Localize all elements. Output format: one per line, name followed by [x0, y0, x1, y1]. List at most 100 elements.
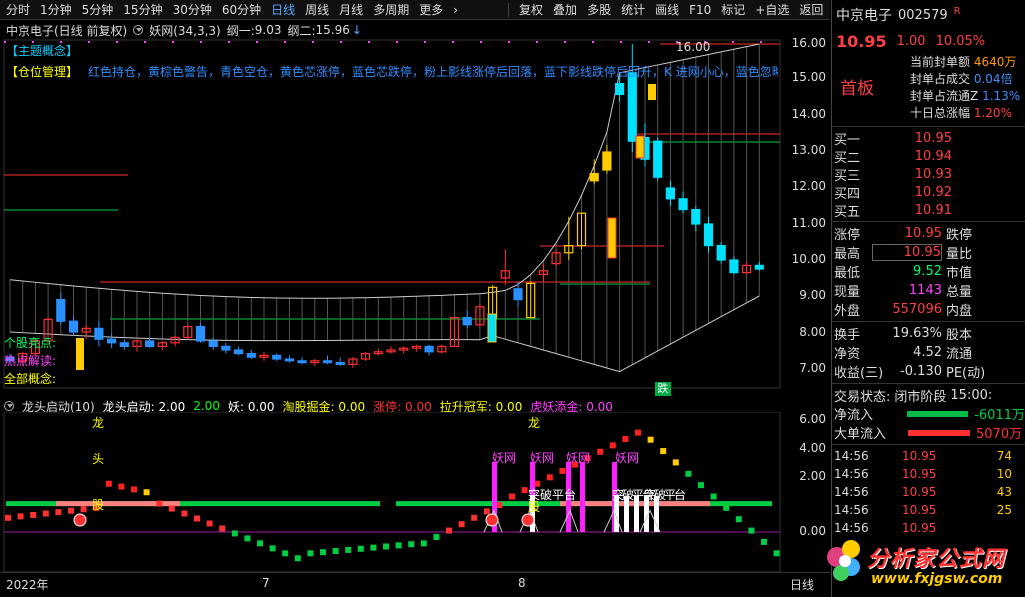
bid-row[interactable]: 买四 10.92 — [832, 183, 1025, 202]
oscillator-dash — [723, 504, 730, 511]
candle-body — [119, 342, 129, 347]
oscillator-dash — [559, 467, 566, 474]
oscillator-dash — [282, 550, 289, 557]
tab-multi-period[interactable]: 多周期 — [373, 0, 409, 19]
back-button[interactable]: 返回 — [799, 0, 823, 19]
band-upper-line — [9, 43, 760, 299]
signal-candle — [76, 338, 84, 370]
candle-body — [208, 340, 218, 348]
candle-body — [462, 317, 472, 326]
signal-candle — [648, 84, 656, 100]
draw-button[interactable]: 画线 — [655, 0, 679, 19]
trade-time: 15:00: — [950, 387, 993, 403]
multi-stock-button[interactable]: 多股 — [587, 0, 611, 19]
indicator-name[interactable]: 妖网(34,3,3) — [149, 22, 221, 39]
overlay-button[interactable]: 叠加 — [553, 0, 577, 19]
tab-30min[interactable]: 30分钟 — [173, 0, 212, 19]
tab-tick[interactable]: 分时 — [6, 0, 30, 19]
signal-candle — [487, 313, 497, 343]
tab-more[interactable]: 更多 — [419, 0, 443, 19]
tab-60min[interactable]: 60分钟 — [222, 0, 261, 19]
oscillator-dash — [370, 544, 377, 551]
bid-row[interactable]: 买三 10.93 — [832, 165, 1025, 184]
bid-row[interactable]: 买一 10.95 — [832, 129, 1025, 148]
ball-icon — [521, 513, 535, 527]
oscillator-dash — [118, 483, 125, 490]
oscillator-dash — [231, 530, 238, 537]
candle-body — [729, 259, 739, 274]
candle-body — [56, 299, 66, 322]
date-label: 2022年 — [6, 578, 49, 592]
oscillator-dash — [219, 525, 226, 532]
tab-15min[interactable]: 15分钟 — [123, 0, 162, 19]
add-watchlist-button[interactable]: +自选 — [755, 0, 789, 19]
tab-5min[interactable]: 5分钟 — [82, 0, 114, 19]
chevron-right-icon[interactable]: › — [453, 3, 458, 17]
oscillator-dash — [257, 540, 263, 547]
tab-daily[interactable]: 日线 — [271, 0, 295, 19]
oscillator-dash — [55, 509, 62, 516]
candle-body — [716, 245, 726, 261]
net-flow-bar — [907, 410, 969, 417]
indicator-settings-icon[interactable] — [4, 401, 14, 411]
oscillator-dash — [660, 448, 667, 455]
price-tick: 16.00 — [791, 36, 826, 50]
price-tick: 10.00 — [791, 252, 826, 266]
oscillator-dash — [521, 487, 528, 494]
yao-label: 妖网 — [530, 451, 555, 465]
yao-label: 妖网 — [615, 451, 640, 465]
seal-row: 封单占成交 0.04倍 — [910, 72, 1013, 86]
divider — [832, 321, 1025, 322]
bid-row[interactable]: 买二 10.94 — [832, 147, 1025, 166]
platform-mark-3: 突破平台 — [644, 488, 686, 502]
all-concepts-label[interactable]: 全部概念: — [4, 370, 56, 387]
flow-label: 大单流入 — [834, 427, 887, 442]
candle-body — [234, 349, 244, 355]
oscillator-dash — [471, 514, 478, 521]
tou-mark: 头 — [92, 452, 105, 466]
chart-info-line: 中京电子(日线 前复权) 妖网(34,3,3) 纲一: 9.03 纲二: 15.… — [0, 21, 830, 39]
bid-row[interactable]: 买五 10.91 — [832, 201, 1025, 220]
oscillator-dash — [635, 429, 641, 436]
oscillator-dash — [194, 515, 200, 522]
long-mark: 龙 — [92, 416, 105, 430]
tick-row: 14:56 10.95 25 — [834, 503, 1012, 517]
quote-table: 涨停 10.95 跌停 最高 10.95 量比 最低 9.52 市值 现量 1143 总量 外盘… — [832, 224, 1025, 319]
adjust-button[interactable]: 复权 — [519, 0, 543, 19]
price-chart[interactable] — [0, 38, 830, 390]
ball-icon — [485, 513, 499, 527]
period-label[interactable]: 日线 — [790, 576, 814, 593]
stock-highlight-label[interactable]: 个股亮点: — [4, 334, 56, 351]
f10-button[interactable]: F10 — [689, 0, 711, 19]
candle-body — [589, 173, 599, 182]
flow-label: 净流入 — [834, 408, 874, 423]
tab-monthly[interactable]: 月线 — [339, 0, 363, 19]
candle-body — [653, 140, 663, 178]
divider — [832, 126, 1025, 127]
candle-body — [513, 288, 523, 301]
tab-weekly[interactable]: 周线 — [305, 0, 329, 19]
oscillator-dash — [395, 542, 402, 549]
tab-1min[interactable]: 1分钟 — [40, 0, 72, 19]
date-label: 8 — [518, 576, 526, 590]
line2-value: 15.96 — [315, 23, 350, 37]
oscillator-dash — [761, 538, 767, 545]
quote-row: 净资 4.52 流通 — [834, 345, 973, 362]
period-toolbar: 分时 1分钟 5分钟 15分钟 30分钟 60分钟 日线 周线 月线 多周期 更… — [0, 0, 830, 20]
oscillator-dash — [206, 520, 213, 527]
oscillator-dash — [546, 474, 553, 481]
stock-code: 002579 — [898, 7, 948, 23]
yao-label: 妖网 — [566, 451, 591, 465]
stats-button[interactable]: 统计 — [621, 0, 645, 19]
mark-button[interactable]: 标记 — [721, 0, 745, 19]
price-tick: 11.00 — [791, 216, 826, 230]
toolbar-divider — [508, 2, 510, 17]
oscillator-dash — [168, 505, 175, 512]
hot-topic-label[interactable]: 热点解读: — [4, 352, 56, 369]
position-mgmt-label[interactable]: 【仓位管理】 — [6, 63, 78, 80]
indicator-chart[interactable] — [0, 412, 830, 572]
theme-concept-label[interactable]: 【主题概念】 — [6, 42, 78, 59]
indicator-dropdown-icon[interactable] — [133, 25, 144, 35]
candle-body — [322, 360, 333, 364]
quote-row: 涨停 10.95 跌停 — [834, 226, 973, 243]
